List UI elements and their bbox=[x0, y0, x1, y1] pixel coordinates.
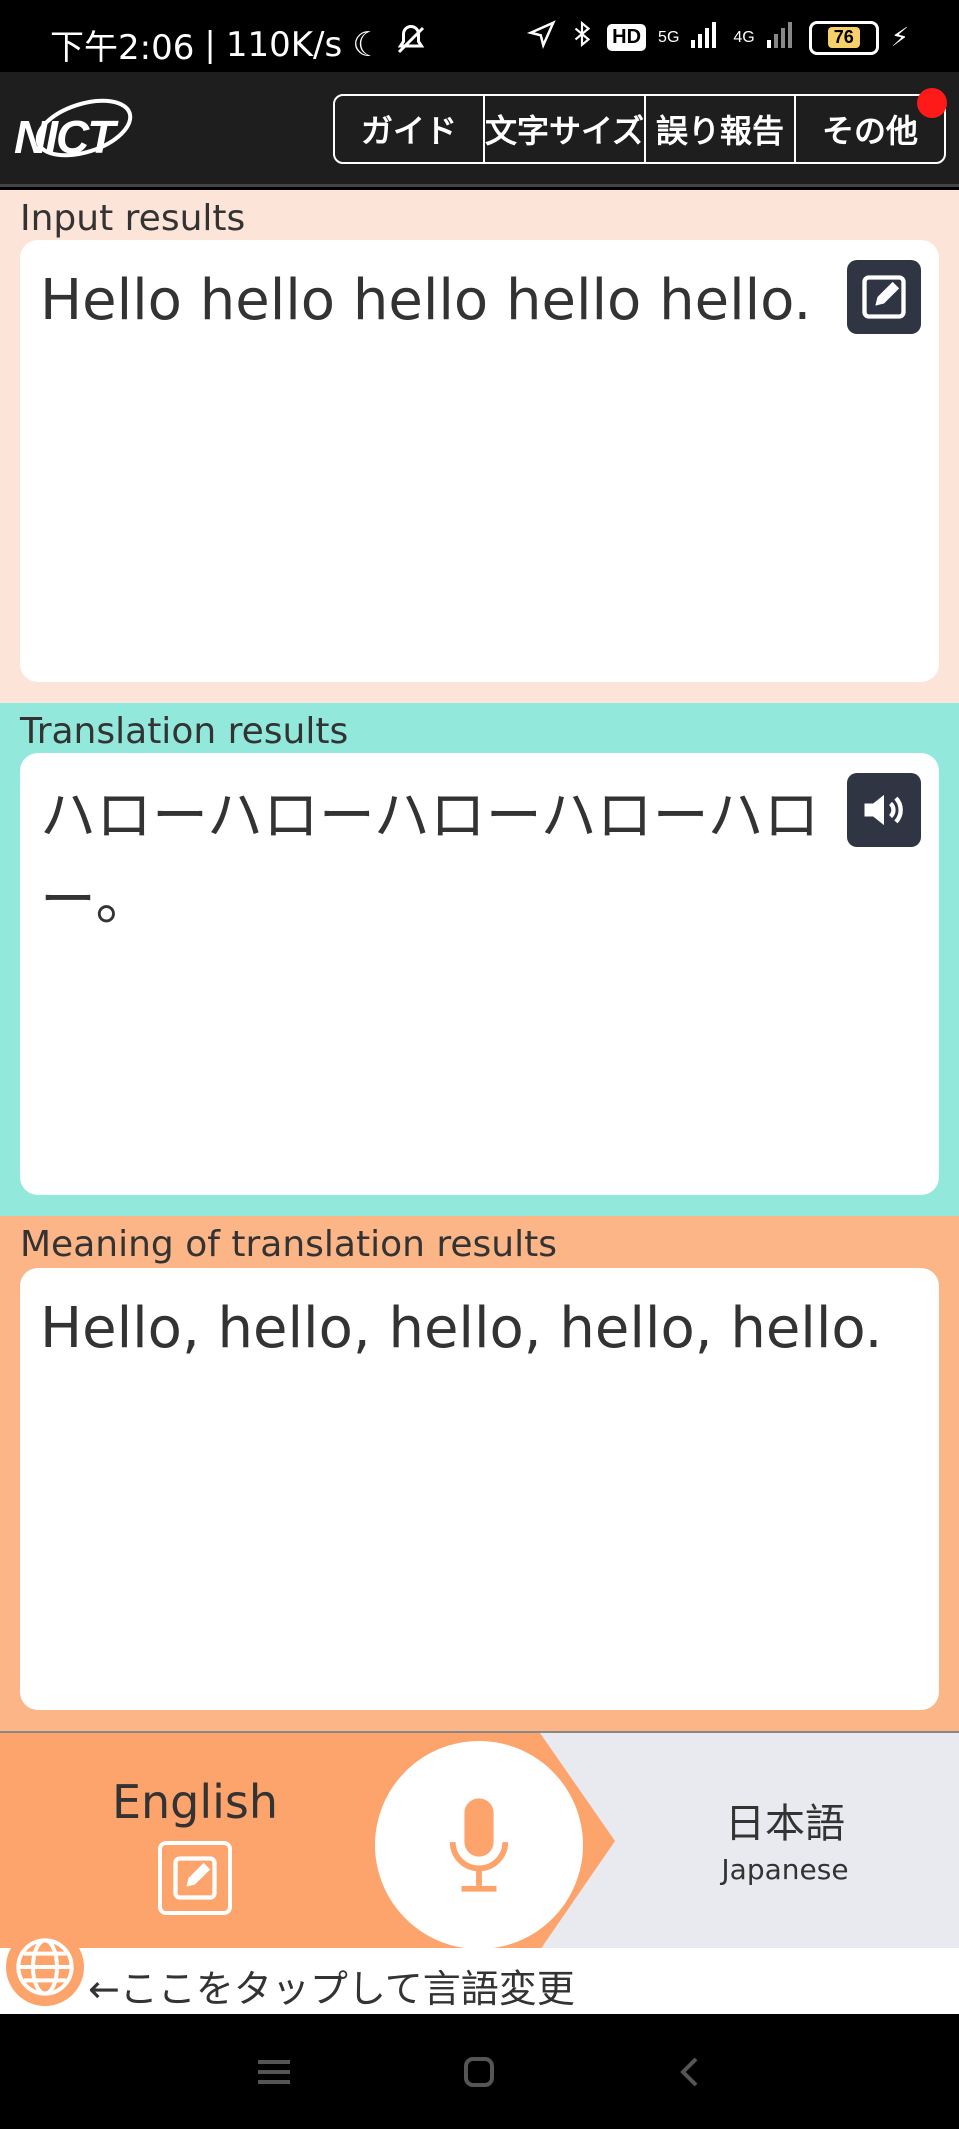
edit-icon bbox=[862, 275, 906, 319]
app-header: NICT ガイド 文字サイズ 誤り報告 その他 bbox=[0, 72, 959, 187]
input-results-text[interactable]: Hello hello hello hello hello. bbox=[40, 262, 829, 340]
home-icon bbox=[464, 2057, 494, 2087]
signal-5g-label: 5G bbox=[658, 28, 680, 46]
speak-translation-button[interactable] bbox=[847, 773, 921, 847]
logo-text: NICT bbox=[14, 111, 115, 163]
signal-bars-icon bbox=[766, 20, 797, 55]
edit-input-button[interactable] bbox=[847, 260, 921, 334]
language-bar: English 日本語 Japanese bbox=[0, 1731, 959, 1948]
menu-nav-button[interactable] bbox=[254, 2052, 294, 2092]
language-change-button[interactable] bbox=[6, 1928, 84, 2006]
header-menu: ガイド 文字サイズ 誤り報告 その他 bbox=[333, 94, 946, 164]
menu-icon bbox=[258, 2060, 290, 2084]
meaning-results-text: Hello, hello, hello, hello, hello. bbox=[40, 1296, 883, 1361]
input-results-label: Input results bbox=[20, 198, 246, 239]
notification-dot bbox=[917, 88, 947, 118]
translation-results-section: Translation results ハローハローハローハローハロー。 bbox=[0, 703, 959, 1216]
home-nav-button[interactable] bbox=[459, 2052, 499, 2092]
meaning-results-label: Meaning of translation results bbox=[20, 1224, 557, 1265]
bluetooth-icon bbox=[569, 18, 595, 57]
signal-4g-label: 4G bbox=[733, 28, 755, 46]
microphone-icon bbox=[449, 1798, 509, 1892]
input-results-card: Hello hello hello hello hello. bbox=[20, 240, 939, 682]
language-change-hint: ←ここをタップして言語変更 bbox=[0, 1928, 959, 2014]
battery-level: 76 bbox=[827, 27, 860, 48]
source-edit-button[interactable] bbox=[158, 1841, 232, 1915]
target-language-label[interactable]: 日本語 bbox=[660, 1791, 910, 1849]
microphone-button[interactable] bbox=[375, 1741, 583, 1948]
signal-bars-icon bbox=[691, 20, 721, 55]
status-net-speed: 110K/s bbox=[225, 24, 343, 65]
speaker-icon bbox=[864, 794, 903, 826]
status-time: 下午2:06 bbox=[50, 28, 195, 68]
menu-font-size-button[interactable]: 文字サイズ bbox=[485, 96, 647, 162]
moon-icon: ☾ bbox=[352, 24, 383, 65]
edit-icon bbox=[173, 1856, 217, 1900]
status-right: HD 5G 4G 76 ⚡ bbox=[527, 18, 909, 57]
status-divider: | bbox=[204, 24, 216, 65]
meaning-results-card: Hello, hello, hello, hello, hello. bbox=[20, 1268, 939, 1710]
battery-icon: 76 bbox=[808, 20, 879, 55]
translation-results-label: Translation results bbox=[20, 711, 349, 752]
input-results-section: Input results Hello hello hello hello he… bbox=[0, 190, 959, 703]
mute-bell-icon bbox=[393, 22, 429, 67]
menu-guide-button[interactable]: ガイド bbox=[335, 96, 485, 162]
target-language-sublabel: Japanese bbox=[721, 1853, 849, 1886]
meaning-results-section: Meaning of translation results Hello, he… bbox=[0, 1216, 959, 1731]
status-bar: 下午2:06 | 110K/s ☾ HD 5G 4G 76 ⚡ bbox=[0, 0, 959, 72]
translation-results-text: ハローハローハローハローハロー。 bbox=[40, 784, 820, 933]
hd-badge: HD bbox=[607, 24, 647, 51]
menu-error-report-button[interactable]: 誤り報告 bbox=[646, 96, 797, 162]
back-nav-button[interactable] bbox=[670, 2052, 710, 2092]
source-language-label[interactable]: English bbox=[80, 1775, 310, 1829]
globe-icon bbox=[16, 1938, 74, 1996]
status-left: 下午2:06 | 110K/s ☾ bbox=[50, 20, 429, 69]
translation-results-card: ハローハローハローハローハロー。 bbox=[20, 753, 939, 1195]
system-nav-bar bbox=[0, 2014, 959, 2129]
back-icon bbox=[680, 2057, 698, 2087]
location-icon bbox=[527, 19, 557, 56]
charging-icon: ⚡ bbox=[890, 22, 909, 52]
hint-text[interactable]: ←ここをタップして言語変更 bbox=[88, 1958, 575, 2013]
nict-logo: NICT bbox=[14, 90, 134, 170]
